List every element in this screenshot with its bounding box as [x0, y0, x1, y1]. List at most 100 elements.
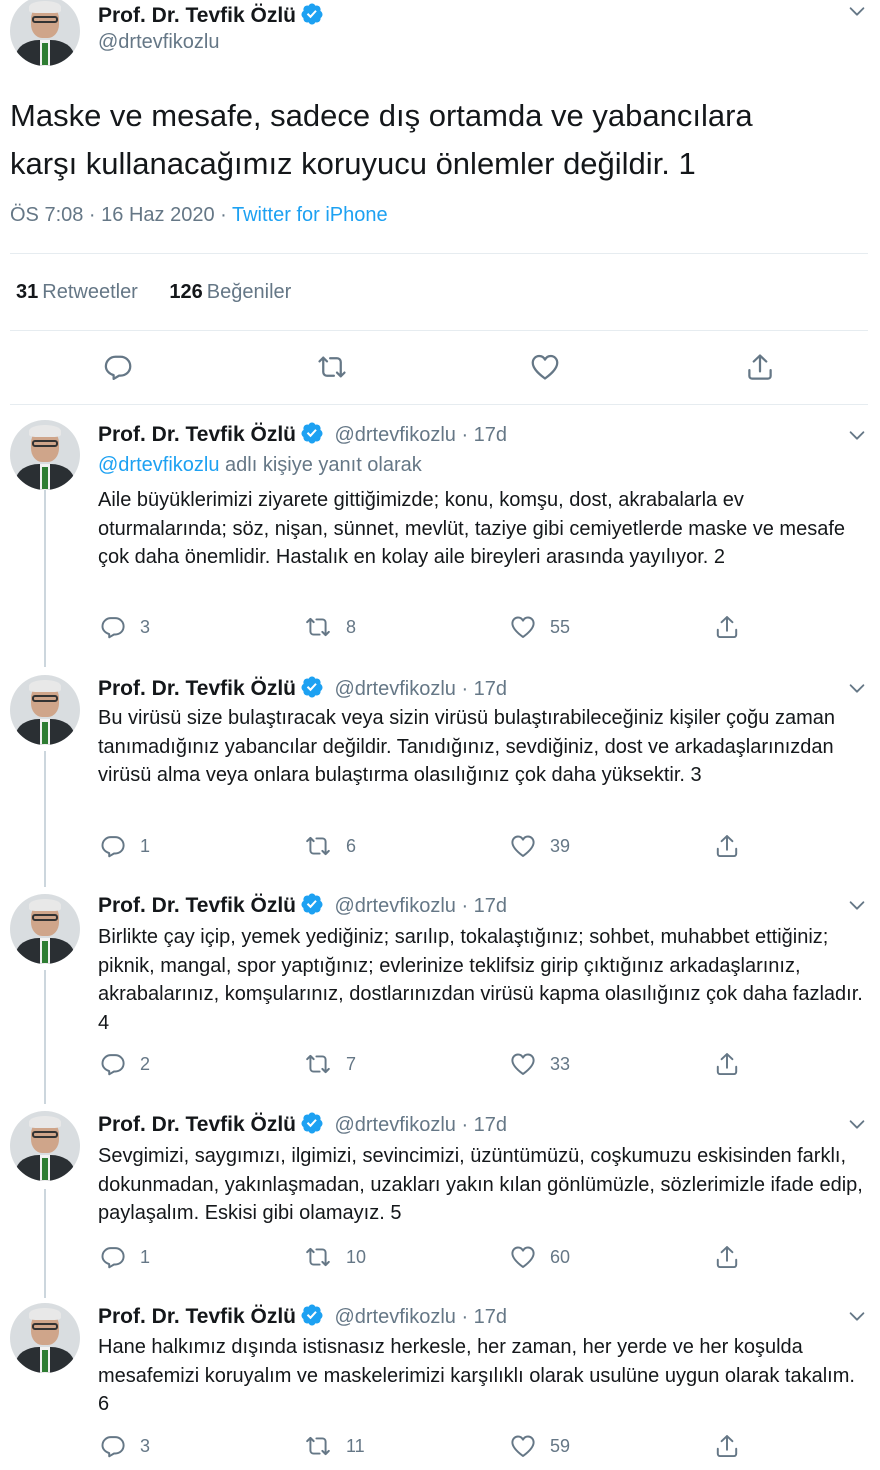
chevron-down-icon[interactable]	[846, 0, 868, 22]
share-action[interactable]	[714, 1051, 740, 1077]
verified-icon	[300, 675, 324, 699]
reply-count: 1	[140, 1246, 151, 1267]
source-link[interactable]: Twitter for iPhone	[232, 204, 388, 226]
verified-icon	[300, 1303, 324, 1327]
reply-tweet[interactable]: Prof. Dr. Tevfik Özlü @drtevfikozlu · 17…	[0, 667, 880, 887]
share-action[interactable]	[714, 1433, 740, 1459]
author-name[interactable]: Prof. Dr. Tevfik Özlü	[98, 1113, 296, 1136]
reply-to-suffix: adlı kişiye yanıt olarak	[219, 454, 422, 476]
reply-action[interactable]: 3	[100, 1433, 150, 1459]
like-action[interactable]: 60	[510, 1244, 570, 1270]
author-handle[interactable]: @drtevfikozlu	[98, 31, 219, 54]
reply-tweet[interactable]: Prof. Dr. Tevfik Özlü @drtevfikozlu · 17…	[0, 886, 880, 1104]
retweet-stat[interactable]: 31 Retweetler	[16, 281, 138, 303]
reply-tweet[interactable]: Prof. Dr. Tevfik Özlü @drtevfikozlu · 17…	[0, 1105, 880, 1298]
divider	[10, 330, 868, 331]
reply-count: 3	[140, 1435, 151, 1456]
avatar[interactable]	[10, 1111, 80, 1181]
like-icon[interactable]	[530, 352, 560, 382]
retweet-action[interactable]: 7	[304, 1051, 356, 1077]
like-count: 55	[550, 616, 571, 637]
like-label: Beğeniler	[206, 281, 292, 303]
reply-to-link[interactable]: @drtevfikozlu	[98, 454, 219, 476]
tweet-text-line: Maske ve mesafe, sadece dış ortamda ve y…	[10, 98, 753, 133]
like-stat[interactable]: 126 Beğeniler	[169, 281, 291, 303]
retweet-icon	[304, 1433, 332, 1459]
handle-time[interactable]: @drtevfikozlu · 17d	[334, 678, 507, 700]
avatar[interactable]	[10, 1303, 80, 1373]
handle-time[interactable]: @drtevfikozlu · 17d	[334, 1114, 507, 1136]
verified-icon	[300, 2, 324, 26]
retweet-count: 11	[346, 1435, 365, 1456]
reply-icon[interactable]	[103, 352, 133, 382]
share-icon	[714, 1433, 740, 1459]
like-count: 59	[550, 1435, 571, 1456]
chevron-down-icon[interactable]	[846, 424, 868, 446]
divider	[10, 253, 868, 254]
reply-text: Hane halkımız dışında istisnasız herkesl…	[98, 1336, 855, 1415]
chevron-down-icon[interactable]	[846, 894, 868, 916]
reply-header: Prof. Dr. Tevfik Özlü @drtevfikozlu · 17…	[98, 892, 507, 918]
share-icon	[714, 1051, 740, 1077]
retweet-action[interactable]: 10	[304, 1244, 366, 1270]
retweet-count: 31	[16, 281, 39, 303]
reply-tweet[interactable]: Prof. Dr. Tevfik Özlü @drtevfikozlu · 17…	[0, 405, 880, 667]
retweet-count: 7	[346, 1053, 357, 1074]
chevron-down-icon[interactable]	[846, 1113, 868, 1135]
verified-icon	[300, 1111, 324, 1135]
reply-icon	[100, 1433, 126, 1459]
handle-time[interactable]: @drtevfikozlu · 17d	[334, 424, 507, 446]
like-action[interactable]: 33	[510, 1051, 570, 1077]
share-icon[interactable]	[745, 352, 775, 382]
author-name[interactable]: Prof. Dr. Tevfik Özlü	[98, 423, 296, 446]
like-action[interactable]: 55	[510, 614, 570, 640]
share-action[interactable]	[714, 1244, 740, 1270]
timestamp[interactable]: ÖS 7:08 · 16 Haz 2020 ·	[10, 204, 232, 226]
retweet-action[interactable]: 6	[304, 833, 356, 859]
avatar[interactable]	[10, 0, 80, 66]
avatar[interactable]	[10, 420, 80, 490]
retweet-label: Retweetler	[42, 281, 138, 303]
verified-icon	[300, 421, 324, 445]
like-count: 126	[169, 281, 203, 303]
reply-action[interactable]: 1	[100, 1244, 150, 1270]
thread-line	[44, 1189, 46, 1298]
avatar[interactable]	[10, 894, 80, 964]
reply-tweet[interactable]: Prof. Dr. Tevfik Özlü @drtevfikozlu · 17…	[0, 1297, 880, 1470]
reply-text: Birlikte çay içip, yemek yediğiniz; sarı…	[98, 926, 863, 1034]
reply-count: 2	[140, 1053, 151, 1074]
reply-header: Prof. Dr. Tevfik Özlü @drtevfikozlu · 17…	[98, 1111, 507, 1137]
reply-text: Sevgimizi, saygımızı, ilgimizi, sevincim…	[98, 1145, 863, 1224]
share-icon	[714, 833, 740, 859]
avatar[interactable]	[10, 675, 80, 745]
retweet-action[interactable]: 11	[304, 1433, 365, 1459]
reply-action[interactable]: 1	[100, 833, 150, 859]
author-name[interactable]: Prof. Dr. Tevfik Özlü	[98, 677, 296, 700]
author-name[interactable]: Prof. Dr. Tevfik Özlü	[98, 4, 296, 27]
reply-action[interactable]: 2	[100, 1051, 150, 1077]
like-count: 39	[550, 835, 571, 856]
retweet-count: 8	[346, 616, 357, 637]
author-name[interactable]: Prof. Dr. Tevfik Özlü	[98, 1305, 296, 1328]
share-action[interactable]	[714, 833, 740, 859]
handle-time[interactable]: @drtevfikozlu · 17d	[334, 1306, 507, 1328]
reply-icon	[100, 833, 126, 859]
verified-icon	[300, 892, 324, 916]
like-action[interactable]: 39	[510, 833, 570, 859]
share-action[interactable]	[714, 614, 740, 640]
reply-text: Aile büyüklerimizi ziyarete gittiğimizde…	[98, 489, 846, 568]
retweet-icon	[304, 833, 332, 859]
reply-action[interactable]: 3	[100, 614, 150, 640]
retweet-action[interactable]: 8	[304, 614, 356, 640]
reply-icon	[100, 1244, 126, 1270]
tweet-text: Maske ve mesafe, sadece dış ortamda ve y…	[10, 92, 870, 188]
chevron-down-icon[interactable]	[846, 1305, 868, 1327]
like-action[interactable]: 59	[510, 1433, 570, 1459]
author-name[interactable]: Prof. Dr. Tevfik Özlü	[98, 894, 296, 917]
retweet-icon[interactable]	[316, 352, 348, 382]
author-line: Prof. Dr. Tevfik Özlü	[98, 2, 324, 28]
handle-time[interactable]: @drtevfikozlu · 17d	[334, 895, 507, 917]
reply-icon	[100, 1051, 126, 1077]
reply-count: 1	[140, 835, 151, 856]
chevron-down-icon[interactable]	[846, 677, 868, 699]
